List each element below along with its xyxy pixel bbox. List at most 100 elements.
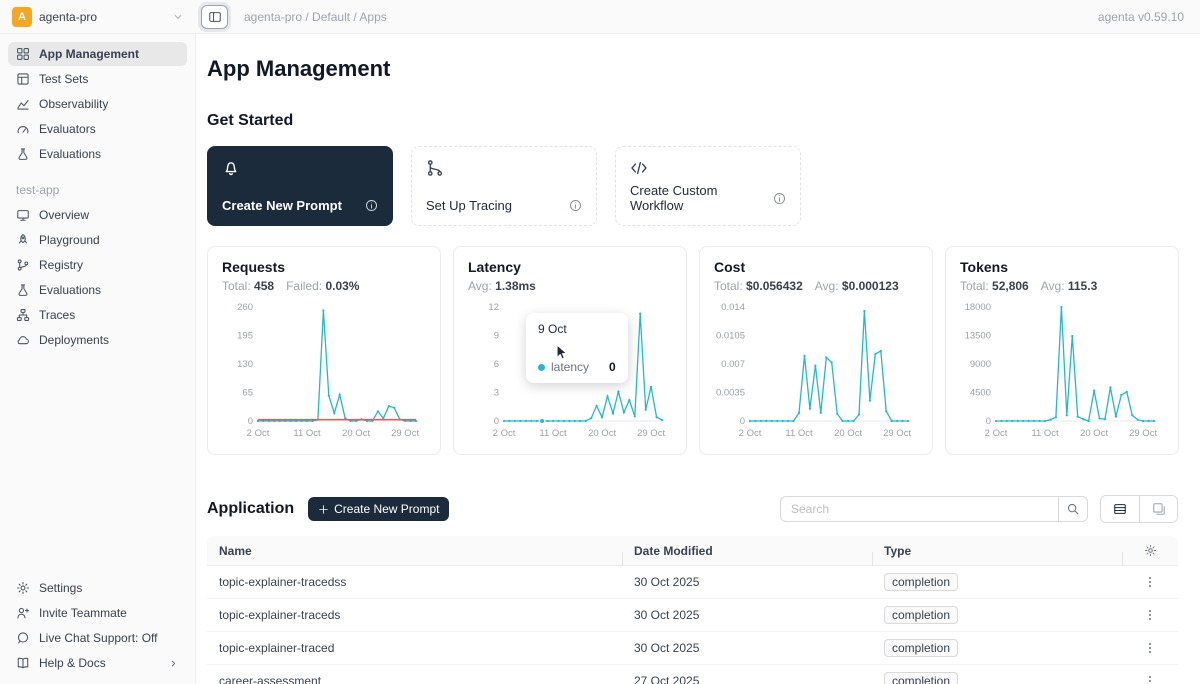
svg-text:65: 65	[242, 388, 253, 399]
sidebar-toggle-button[interactable]	[201, 5, 228, 29]
metric-card-cost: CostTotal: $0.056432Avg: $0.00012300.003…	[699, 246, 933, 455]
create-new-prompt-label: Create New Prompt	[334, 502, 439, 516]
table-row[interactable]: topic-explainer-tracedss30 Oct 2025compl…	[207, 566, 1178, 599]
sidebar-item-label: Traces	[39, 308, 75, 322]
svg-text:29 Oct: 29 Oct	[637, 428, 665, 439]
sidebar-item-observability[interactable]: Observability	[8, 92, 187, 116]
tooltip-series-row: latency0	[538, 360, 616, 374]
tracing-icon	[426, 159, 444, 177]
search-button[interactable]	[1058, 496, 1088, 522]
row-menu-button[interactable]	[1141, 672, 1159, 684]
table-row[interactable]: career-assessment27 Oct 2025completion	[207, 665, 1178, 684]
rocket-icon	[16, 233, 30, 247]
get-started-card-create-new-prompt[interactable]: Create New Prompt	[207, 146, 393, 226]
sidebar-item-label: Overview	[39, 208, 89, 222]
stat-value: 52,806	[992, 279, 1029, 293]
application-controls	[780, 495, 1178, 523]
sidebar-item-label: Evaluators	[39, 122, 96, 136]
tooltip-value: 0	[595, 360, 616, 374]
type-badge: completion	[884, 606, 958, 624]
card-view-button[interactable]	[1139, 496, 1177, 522]
row-actions	[1122, 639, 1178, 657]
sidebar-app-label: test-app	[16, 183, 179, 197]
app-type-cell: completion	[872, 573, 1122, 591]
grid-icon	[16, 47, 30, 61]
sidebar-item-traces[interactable]: Traces	[8, 303, 187, 327]
sidebar-main: App ManagementTest SetsObservability Eval…	[8, 42, 187, 167]
get-started-card-create-custom-workflow[interactable]: Create Custom Workflow	[615, 146, 801, 226]
sidebar-item-evaluations[interactable]: Evaluations	[8, 278, 187, 302]
apps-table: NameDate ModifiedType topic-explainer-tr…	[207, 536, 1178, 684]
stat-value: 0.03%	[325, 279, 359, 293]
sidebar-item-invite-teammate[interactable]: Invite Teammate	[8, 601, 187, 625]
svg-text:2 Oct: 2 Oct	[247, 428, 270, 439]
tree-icon	[16, 308, 30, 322]
metric-title: Requests	[222, 259, 426, 275]
get-started-card-set-up-tracing[interactable]: Set Up Tracing	[411, 146, 597, 226]
metrics-row: RequestsTotal: 458Failed: 0.03%065130195…	[207, 246, 1178, 455]
stat-value: $0.000123	[842, 279, 899, 293]
application-header: Application Create New Prompt	[207, 495, 1178, 523]
create-new-prompt-button[interactable]: Create New Prompt	[308, 497, 449, 521]
sidebar-item-deployments[interactable]: Deployments	[8, 328, 187, 352]
info-icon[interactable]	[365, 199, 378, 212]
column-header-name[interactable]: Name	[207, 544, 622, 558]
svg-text:0.0035: 0.0035	[716, 388, 745, 399]
row-menu-button[interactable]	[1141, 573, 1159, 591]
bell-icon	[222, 159, 240, 177]
gear-icon	[1144, 544, 1157, 557]
table-row[interactable]: topic-explainer-traceds30 Oct 2025comple…	[207, 599, 1178, 632]
svg-text:6: 6	[494, 359, 499, 370]
sidebar-item-label: Deployments	[39, 333, 109, 347]
svg-text:9: 9	[494, 331, 499, 342]
column-settings-button[interactable]	[1122, 544, 1178, 557]
row-menu-button[interactable]	[1141, 606, 1159, 624]
table-view-button[interactable]	[1101, 496, 1139, 522]
info-icon[interactable]	[773, 192, 786, 205]
column-header-date-modified[interactable]: Date Modified	[622, 544, 872, 558]
breadcrumb[interactable]: agenta-pro / Default / Apps	[244, 10, 387, 24]
sidebar-item-app-management[interactable]: App Management	[8, 42, 187, 66]
sidebar-item-registry[interactable]: Registry	[8, 253, 187, 277]
card-label: Set Up Tracing	[426, 198, 512, 213]
row-menu-button[interactable]	[1141, 639, 1159, 657]
sidebar-item-settings[interactable]: Settings	[8, 576, 187, 600]
flask-icon	[16, 283, 30, 297]
card-label: Create New Prompt	[222, 198, 342, 213]
sidebar-item-live-chat-support-off[interactable]: Live Chat Support: Off	[8, 626, 187, 650]
sidebar-item-playground[interactable]: Playground	[8, 228, 187, 252]
svg-text:29 Oct: 29 Oct	[1129, 428, 1157, 439]
plus-icon	[318, 504, 329, 515]
sidebar-item-evaluators[interactable]: Evaluators	[8, 117, 187, 141]
svg-text:2 Oct: 2 Oct	[493, 428, 516, 439]
svg-text:29 Oct: 29 Oct	[391, 428, 419, 439]
sidebar-item-evaluations[interactable]: Evaluations	[8, 142, 187, 166]
search-group	[780, 496, 1088, 522]
monitor-icon	[16, 208, 30, 222]
svg-text:0.0105: 0.0105	[716, 331, 745, 342]
chart-tooltip: 9 Octlatency0	[526, 313, 628, 383]
table-view-icon	[1113, 502, 1127, 516]
svg-text:20 Oct: 20 Oct	[834, 428, 862, 439]
sidebar-item-label: Settings	[39, 581, 82, 595]
sidebar-item-test-sets[interactable]: Test Sets	[8, 67, 187, 91]
app-name: topic-explainer-traced	[207, 641, 622, 655]
page-title: App Management	[207, 56, 1178, 82]
search-input[interactable]	[780, 496, 1058, 522]
metric-stats: Avg: 1.38ms	[468, 279, 672, 293]
info-icon[interactable]	[569, 199, 582, 212]
chevron-down-icon	[172, 11, 184, 23]
svg-text:4500: 4500	[970, 388, 991, 399]
workspace-selector[interactable]: A agenta-pro	[0, 7, 196, 27]
sidebar-panel-icon	[208, 10, 222, 24]
table-row[interactable]: topic-explainer-traced30 Oct 2025complet…	[207, 632, 1178, 665]
sidebar-item-overview[interactable]: Overview	[8, 203, 187, 227]
get-started-heading: Get Started	[207, 112, 1178, 130]
sidebar-item-label: Evaluations	[39, 147, 101, 161]
stat-label: Avg:	[815, 279, 839, 293]
sidebar-item-help-docs[interactable]: Help & Docs	[8, 651, 187, 675]
table-header: NameDate ModifiedType	[207, 536, 1178, 566]
stat-value: 115.3	[1068, 279, 1097, 293]
column-header-type[interactable]: Type	[872, 544, 1122, 558]
svg-text:260: 260	[237, 302, 253, 313]
